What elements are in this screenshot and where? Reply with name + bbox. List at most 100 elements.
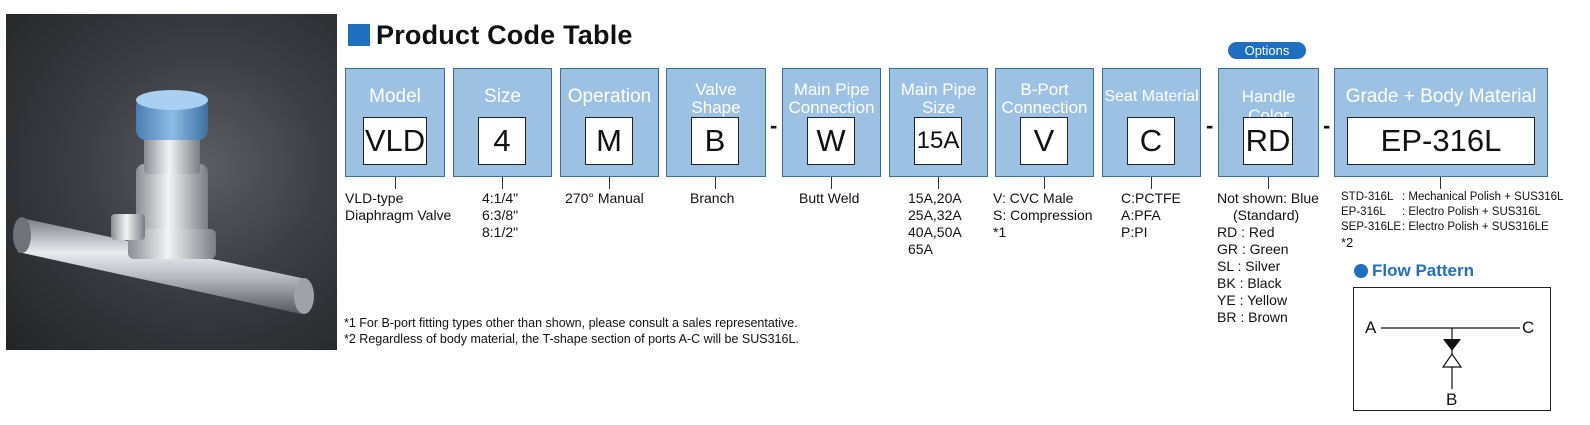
segment-label-line: Connection [788,98,875,117]
flow-pattern-diagram: A C B [1353,287,1551,411]
code-box: EP-316L [1347,117,1535,165]
segment-label: Main Pipe Size [890,81,987,117]
desc-line: BR : Brown [1217,309,1288,325]
desc-operation: 270° Manual [565,190,644,206]
grade-note: *2 [1341,235,1354,250]
desc-line: 65A [908,241,933,257]
desc-line: 8:1/2" [482,224,519,240]
title-square-icon [348,24,370,46]
desc-line: P:PI [1121,224,1148,240]
flow-pattern-label: Flow Pattern [1372,261,1475,280]
bullet-icon [1354,264,1368,278]
desc-line: C:PCTFE [1121,190,1181,206]
tick [395,177,396,189]
segment-label: Valve Shape [667,81,765,117]
desc-line: RD : Red [1217,224,1275,240]
grade-desc: : Mechanical Polish + SUS316L [1402,191,1564,203]
desc-line: Not shown: Blue [1217,190,1319,206]
desc-line: SL : Silver [1217,258,1281,274]
valve-disc-icon [1441,352,1463,368]
grade-row: SEP-316LE: Electro Polish + SUS316LE [1341,220,1563,235]
desc-size: 4:1/4" 6:3/8" 8:1/2" [482,190,518,241]
footnote-2: *2 Regardless of body material, the T-sh… [344,332,799,346]
segment-seat-material: Seat Material C [1102,68,1201,177]
grade-code: STD-316L [1341,191,1394,203]
code-box: C [1127,117,1175,165]
segment-label: B-Port Connection [996,81,1093,117]
segment-label: Model [369,86,421,107]
segment-handle-color: Handle Color RD [1218,68,1319,177]
grade-code: EP-316L [1341,206,1386,218]
flow-pattern-title: Flow Pattern [1354,261,1474,281]
code-box: 15A [914,117,962,165]
segment-label: Main Pipe Connection [783,81,880,117]
flow-diagram-lines [1381,327,1520,389]
segment-label-line: B-Port [1020,80,1069,99]
segment-operation: Operation M [560,68,659,177]
segment-label: Size [484,86,521,107]
tick [715,177,716,189]
tick [831,177,832,189]
grade-code: SEP-316LE [1341,221,1402,233]
grade-desc: : Electro Polish + SUS316LE [1402,221,1549,233]
tick [1044,177,1045,189]
code-box: 4 [478,117,526,165]
tick [1440,177,1441,189]
code-box: M [585,117,633,165]
segment-main-pipe-size: Main Pipe Size 15A [889,68,988,177]
desc-line: Diaphragm Valve [345,207,452,223]
desc-b-port-connection: V: CVC Male S: Compression *1 [993,190,1093,241]
desc-line: 40A,50A [908,224,962,240]
options-badge: Options [1228,42,1306,59]
desc-line: 6:3/8" [482,207,519,223]
desc-line: 25A,32A [908,207,962,223]
segment-label: Operation [567,86,652,107]
desc-handle-color: Not shown: Blue (Standard) RD : Red GR :… [1217,190,1319,326]
segment-label: Seat Material [1104,88,1199,105]
segment-size: Size 4 [453,68,552,177]
tick [1151,177,1152,189]
tick [502,177,503,189]
desc-line: GR : Green [1217,241,1289,257]
segment-label-line: Main Pipe [900,80,977,99]
desc-line: A:PFA [1121,207,1161,223]
segment-label-line: Shape [691,98,741,117]
segment-model: Model VLD [345,68,445,177]
valve-seat-icon [1443,339,1461,351]
desc-line: *1 [993,224,1007,240]
desc-line: YE : Yellow [1217,292,1288,308]
segment-label-line: Valve [695,80,737,99]
segment-valve-shape: Valve Shape B [666,68,766,177]
desc-line: 15A,20A [908,190,962,206]
title-row: Product Code Table [348,18,633,52]
tick [1268,177,1269,189]
segment-label: Grade + Body Material [1345,86,1537,107]
desc-line: (Standard) [1233,207,1300,223]
product-photo [6,14,337,350]
grade-desc: : Electro Polish + SUS316L [1402,206,1542,218]
desc-valve-shape: Branch [690,190,735,206]
segment-main-pipe-connection: Main Pipe Connection W [782,68,881,177]
code-box: V [1020,117,1068,165]
segment-grade-body-material: Grade + Body Material EP-316L [1334,68,1548,177]
code-box: VLD [363,117,427,165]
desc-grade-body-material: STD-316L : Mechanical Polish + SUS316L EP… [1341,190,1563,250]
diaphragm-valve-photo [13,90,314,314]
desc-line: VLD-type [345,190,404,206]
desc-seat-material: C:PCTFE A:PFA P:PI [1121,190,1181,241]
separator-dash: - [1323,113,1331,138]
desc-main-pipe-size: 15A,20A 25A,32A 40A,50A 65A [908,190,962,258]
tick [938,177,939,189]
tick [609,177,610,189]
grade-row: STD-316L : Mechanical Polish + SUS316L [1341,190,1563,205]
separator-dash: - [1206,113,1214,138]
desc-model: VLD-type Diaphragm Valve [345,190,451,224]
desc-main-pipe-connection: Butt Weld [799,190,860,206]
desc-line: 4:1/4" [482,190,519,206]
desc-line: BK : Black [1217,275,1282,291]
segment-label-line: Size [921,98,956,117]
code-box: W [807,117,855,165]
segment-label-line: Connection [1001,98,1088,117]
code-box: B [691,117,739,165]
footnote-1: *1 For B-port fitting types other than s… [344,316,798,330]
